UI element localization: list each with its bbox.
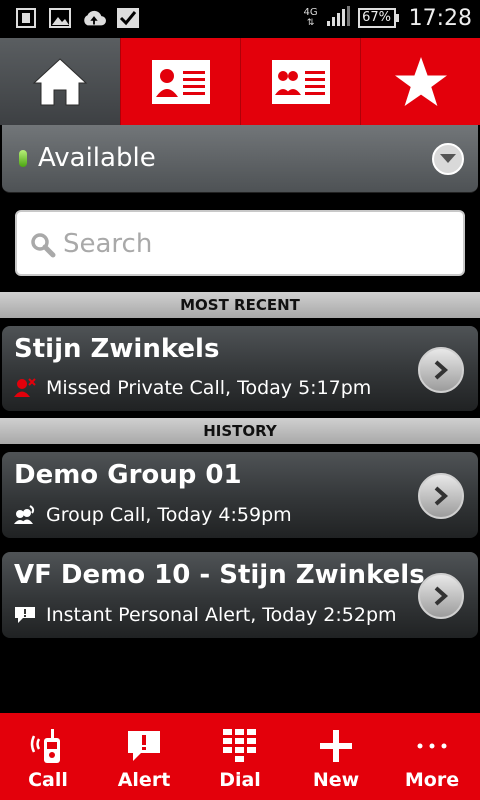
status-notification-icons [14, 7, 140, 29]
battery-percent: 67% [357, 8, 396, 28]
plus-icon [316, 727, 356, 765]
search-input[interactable] [63, 226, 453, 262]
history-title: VF Demo 10 - Stijn Zwinkels [14, 560, 425, 590]
search-icon [30, 232, 56, 262]
chevron-down-icon[interactable] [432, 143, 464, 175]
top-tab-bar [0, 38, 480, 125]
battery-icon: 67% [357, 8, 399, 28]
status-system-icons: 4G ⇅ 67% 17:28 [302, 5, 472, 31]
tab-home[interactable] [0, 38, 120, 125]
list-item[interactable]: Stijn Zwinkels Missed Private Call, Toda… [2, 326, 478, 411]
history-subtitle: Group Call, Today 4:59pm [46, 504, 292, 526]
upload-icon [82, 7, 106, 29]
presence-status: Available [38, 143, 156, 173]
network-type: 4G ⇅ [302, 7, 320, 29]
tab-groups[interactable] [240, 38, 360, 125]
dial-label: Dial [219, 769, 261, 791]
chevron-right-icon[interactable] [418, 573, 464, 619]
network-type-label: 4G [303, 7, 318, 18]
tab-favorites[interactable] [360, 38, 480, 125]
tab-contacts[interactable] [120, 38, 240, 125]
status-bar: 4G ⇅ 67% 17:28 [0, 0, 480, 38]
section-header-most-recent: MOST RECENT [0, 292, 480, 318]
dialpad-icon [220, 727, 260, 765]
alert-bubble-icon [124, 727, 164, 765]
more-label: More [404, 769, 460, 791]
new-label: New [312, 769, 360, 791]
signal-icon [326, 5, 352, 31]
contact-card-icon [151, 59, 210, 104]
call-button[interactable]: Call [0, 713, 96, 800]
new-button[interactable]: New [288, 713, 384, 800]
recent-subtitle: Missed Private Call, Today 5:17pm [46, 377, 372, 399]
more-dots-icon [412, 727, 452, 765]
recent-title: Stijn Zwinkels [14, 334, 220, 364]
section-header-history: HISTORY [0, 418, 480, 444]
chevron-right-icon[interactable] [418, 473, 464, 519]
group-card-icon [271, 59, 330, 104]
clock: 17:28 [408, 5, 472, 31]
search-box[interactable] [15, 210, 465, 276]
call-label: Call [28, 769, 68, 791]
dial-button[interactable]: Dial [192, 713, 288, 800]
presence-selector[interactable]: Available [2, 125, 478, 193]
history-subtitle: Instant Personal Alert, Today 2:52pm [46, 604, 397, 626]
list-item[interactable]: Demo Group 01 Group Call, Today 4:59pm [2, 452, 478, 538]
walkie-talkie-icon [28, 727, 68, 765]
check-icon [116, 7, 140, 29]
home-icon [32, 57, 88, 105]
star-icon [394, 56, 447, 106]
data-arrows-icon: ⇅ [306, 18, 315, 28]
more-button[interactable]: More [384, 713, 480, 800]
chevron-right-icon[interactable] [418, 347, 464, 393]
history-title: Demo Group 01 [14, 460, 242, 490]
alert-button[interactable]: Alert [96, 713, 192, 800]
list-item[interactable]: VF Demo 10 - Stijn Zwinkels Instant Pers… [2, 552, 478, 638]
missed-call-icon [14, 378, 36, 398]
bottom-action-bar: Call Alert Dial New More [0, 713, 480, 800]
alert-label: Alert [117, 769, 171, 791]
presence-indicator-icon [19, 150, 27, 167]
image-icon [48, 7, 72, 29]
alert-message-icon [14, 605, 36, 625]
sim-icon [14, 7, 38, 29]
group-call-icon [14, 505, 36, 525]
